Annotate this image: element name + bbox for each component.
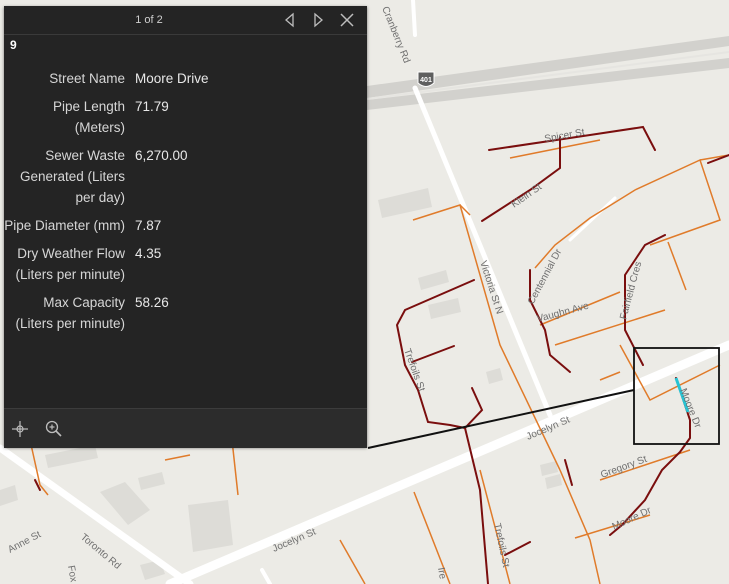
attribute-table: Street Name Moore Drive Pipe Length (Met… [4, 68, 367, 341]
popup-footer [4, 408, 367, 448]
previous-icon[interactable] [280, 10, 300, 30]
attribute-row: Max Capacity (Liters per minute) 58.26 [4, 292, 367, 341]
highway-shield-label: 401 [420, 77, 432, 84]
close-icon[interactable] [337, 10, 357, 30]
highway-401-shield: 401 [417, 71, 435, 87]
attribute-label: Sewer Waste Generated (Liters per day) [19, 148, 125, 205]
attribute-label: Pipe Diameter (mm) [4, 218, 125, 233]
attribute-row: Pipe Length (Meters) 71.79 [4, 96, 367, 145]
attribute-value: 58.26 [135, 295, 169, 310]
attribute-value: 4.35 [135, 246, 162, 261]
attribute-value: 7.87 [135, 218, 162, 233]
attribute-row: Dry Weather Flow (Liters per minute) 4.3… [4, 243, 367, 292]
attribute-value: 71.79 [135, 99, 169, 114]
popup-pager: 1 of 2 [135, 14, 163, 26]
attribute-label: Street Name [49, 71, 125, 86]
feature-popup: 1 of 2 9 Street Name Moore Drive Pipe Le… [4, 6, 367, 448]
attribute-label: Max Capacity (Liters per minute) [15, 295, 125, 331]
attribute-row: Sewer Waste Generated (Liters per day) 6… [4, 145, 367, 215]
attribute-row: Street Name Moore Drive [4, 68, 367, 96]
popup-feature-title: 9 [10, 38, 17, 52]
attribute-label: Pipe Length (Meters) [52, 99, 125, 135]
next-icon[interactable] [308, 10, 328, 30]
attribute-value: Moore Drive [135, 71, 209, 86]
attribute-label: Dry Weather Flow (Liters per minute) [15, 246, 125, 282]
pan-icon[interactable] [10, 419, 30, 439]
label-street-fragment: Ire [435, 567, 448, 581]
attribute-row: Pipe Diameter (mm) 7.87 [4, 215, 367, 243]
attribute-value: 6,270.00 [135, 148, 188, 163]
popup-header: 1 of 2 [4, 6, 367, 35]
zoom-to-icon[interactable] [44, 419, 64, 439]
